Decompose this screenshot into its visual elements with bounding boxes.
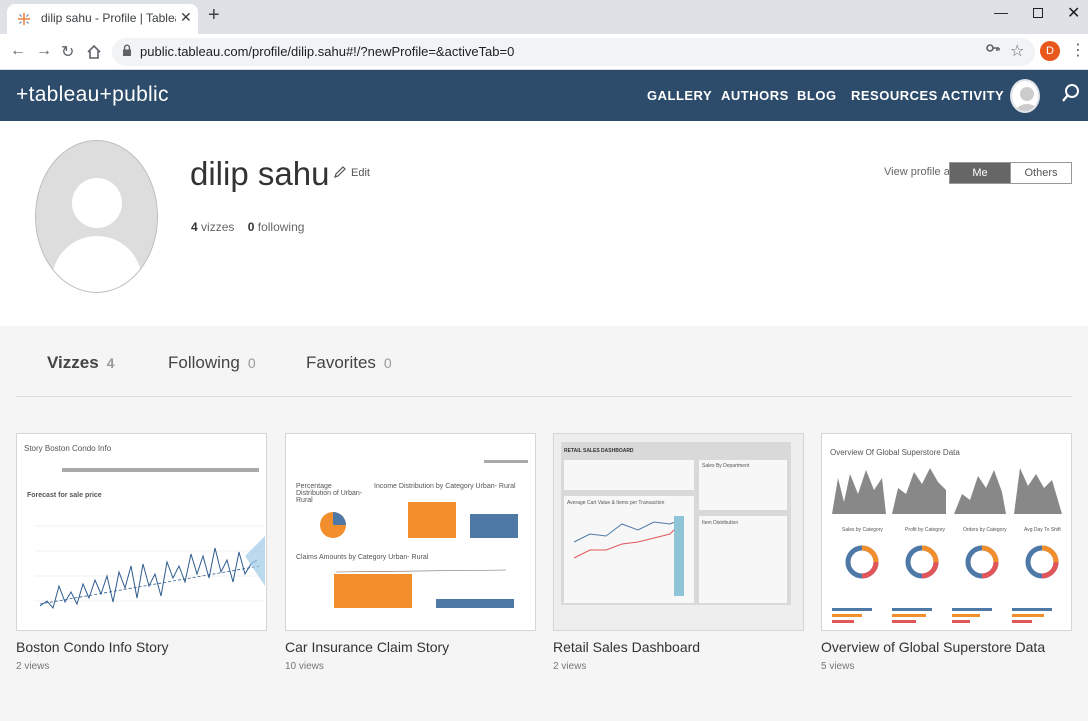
viz-title[interactable]: Retail Sales Dashboard <box>553 639 804 655</box>
thumb-area-charts <box>832 468 1062 514</box>
following-count: 0 <box>247 220 255 234</box>
new-tab-icon[interactable]: + <box>208 4 220 27</box>
following-label: following <box>257 220 305 234</box>
thumb-subheading: Sales by Category <box>842 527 883 533</box>
viz-thumbnail[interactable]: RETAIL SALES DASHBOARD Sales By Departme… <box>553 433 804 631</box>
close-window-icon[interactable]: ✕ <box>1067 3 1080 23</box>
tab-vizzes[interactable]: Vizzes 4 <box>47 353 114 373</box>
reload-icon[interactable]: ↻ <box>61 42 74 62</box>
browser-tab[interactable]: dilip sahu - Profile | Tableau Publ ✕ <box>7 4 198 34</box>
thumb-subheading-2: Sales By Department <box>702 463 750 469</box>
viz-thumbnail[interactable]: Percentage Distribution of Urban- Rural … <box>285 433 536 631</box>
thumb-bar-strips <box>832 608 1052 623</box>
key-icon[interactable] <box>986 43 1000 53</box>
site-header: +tableau+public GALLERY AUTHORS BLOG RES… <box>0 70 1088 121</box>
browser-toolbar: ← → ↻ public.tableau.com/profile/dilip.s… <box>0 34 1088 70</box>
viz-views: 2 views <box>16 661 50 672</box>
edit-label: Edit <box>351 167 370 179</box>
thumb-heading: Percentage Distribution of Urban- Rural <box>296 483 363 504</box>
tableau-favicon-icon <box>18 13 30 25</box>
vizzes-label: vizzes <box>201 220 235 234</box>
viz-thumbnail[interactable]: Story Boston Condo Info Forecast for sal… <box>16 433 267 631</box>
thumb-bar-chart-2 <box>334 569 514 608</box>
thumb-subheading-4: Avg Day To Shift <box>1024 527 1061 533</box>
thumb-pie-chart <box>320 512 346 538</box>
profile-name: dilip sahu <box>190 155 330 192</box>
edit-profile-link[interactable]: Edit <box>333 165 370 179</box>
browser-tab-bar: dilip sahu - Profile | Tableau Publ ✕ + … <box>0 0 1088 34</box>
close-tab-icon[interactable]: ✕ <box>180 9 192 26</box>
viz-views: 5 views <box>821 661 855 672</box>
url-text: public.tableau.com/profile/dilip.sahu#!/… <box>140 44 515 59</box>
minimize-icon[interactable]: — <box>994 4 1008 20</box>
thumb-heading: Overview Of Global Superstore Data <box>830 448 960 457</box>
tab-favorites-label: Favorites <box>306 353 376 372</box>
view-as-others-button[interactable]: Others <box>1010 162 1072 184</box>
vizzes-count: 4 <box>191 220 198 234</box>
tab-following-count: 0 <box>247 355 256 371</box>
viz-views: 2 views <box>553 661 587 672</box>
thumb-subheading: Average Cart Value & Items per Transacti… <box>567 500 665 506</box>
browser-profile-avatar[interactable]: D <box>1040 41 1060 61</box>
thumb-subheading-3: Item Distribution <box>702 520 739 526</box>
thumb-subheading-2: Profit by Category <box>905 527 946 533</box>
address-bar[interactable]: public.tableau.com/profile/dilip.sahu#!/… <box>112 38 1035 66</box>
search-icon[interactable] <box>1062 83 1080 103</box>
tab-favorites-count: 0 <box>383 355 392 371</box>
tab-following-label: Following <box>168 353 240 372</box>
tab-favorites[interactable]: Favorites 0 <box>306 353 392 373</box>
nav-resources[interactable]: RESOURCES <box>851 88 938 103</box>
tab-following[interactable]: Following 0 <box>168 353 256 373</box>
thumb-subheading: Income Distribution by Category Urban- R… <box>374 483 516 490</box>
viz-title[interactable]: Boston Condo Info Story <box>16 639 267 655</box>
viz-card[interactable]: Overview Of Global Superstore Data Sales… <box>821 433 1072 672</box>
thumb-bar <box>62 468 259 472</box>
nav-authors[interactable]: AUTHORS <box>721 88 789 103</box>
view-as-me-button[interactable]: Me <box>949 162 1011 184</box>
nav-gallery[interactable]: GALLERY <box>647 88 712 103</box>
thumb-line-chart <box>35 525 265 610</box>
thumb-subheading-3: Orders by Category <box>963 527 1007 533</box>
profile-stats: 4 vizzes 0 following <box>191 220 304 234</box>
thumb-bar-chart <box>408 502 518 538</box>
profile-picture <box>35 140 158 293</box>
thumb-subheading: Forecast for sale price <box>27 492 102 499</box>
viz-card[interactable]: Percentage Distribution of Urban- Rural … <box>285 433 536 672</box>
tabs-divider <box>16 396 1072 397</box>
thumb-donut-charts <box>845 545 1059 579</box>
thumb-subheading-2: Claims Amounts by Category Urban- Rural <box>296 554 429 561</box>
viz-views: 10 views <box>285 661 324 672</box>
lock-icon <box>123 44 131 56</box>
viz-card[interactable]: RETAIL SALES DASHBOARD Sales By Departme… <box>553 433 804 672</box>
thumb-heading: Story Boston Condo Info <box>24 444 112 453</box>
home-icon[interactable] <box>86 44 102 60</box>
tab-vizzes-count: 4 <box>106 355 115 371</box>
viz-title[interactable]: Overview of Global Superstore Data <box>821 639 1072 655</box>
viz-thumbnail[interactable]: Overview Of Global Superstore Data Sales… <box>821 433 1072 631</box>
thumb-heading: RETAIL SALES DASHBOARD <box>564 448 634 454</box>
browser-menu-icon[interactable]: ⋮ <box>1070 40 1086 60</box>
view-profile-as-label: View profile as <box>884 166 956 178</box>
thumb-bar <box>484 460 528 463</box>
bookmark-star-icon[interactable]: ☆ <box>1010 41 1024 61</box>
back-icon[interactable]: ← <box>10 42 26 60</box>
content-area: Vizzes 4 Following 0 Favorites 0 Story Bost… <box>0 326 1088 721</box>
user-avatar[interactable] <box>1010 79 1040 113</box>
nav-activity[interactable]: ACTIVITY <box>941 88 1004 103</box>
tab-title: dilip sahu - Profile | Tableau Publ <box>41 11 176 25</box>
tab-vizzes-label: Vizzes <box>47 353 99 372</box>
viz-title[interactable]: Car Insurance Claim Story <box>285 639 536 655</box>
tableau-public-logo[interactable]: +tableau+public <box>16 83 169 107</box>
viz-card[interactable]: Story Boston Condo Info Forecast for sal… <box>16 433 267 672</box>
pencil-icon <box>334 166 346 178</box>
thumb-line-chart <box>573 519 681 559</box>
forward-icon[interactable]: → <box>36 42 52 60</box>
nav-blog[interactable]: BLOG <box>797 88 837 103</box>
maximize-icon[interactable] <box>1033 8 1043 18</box>
